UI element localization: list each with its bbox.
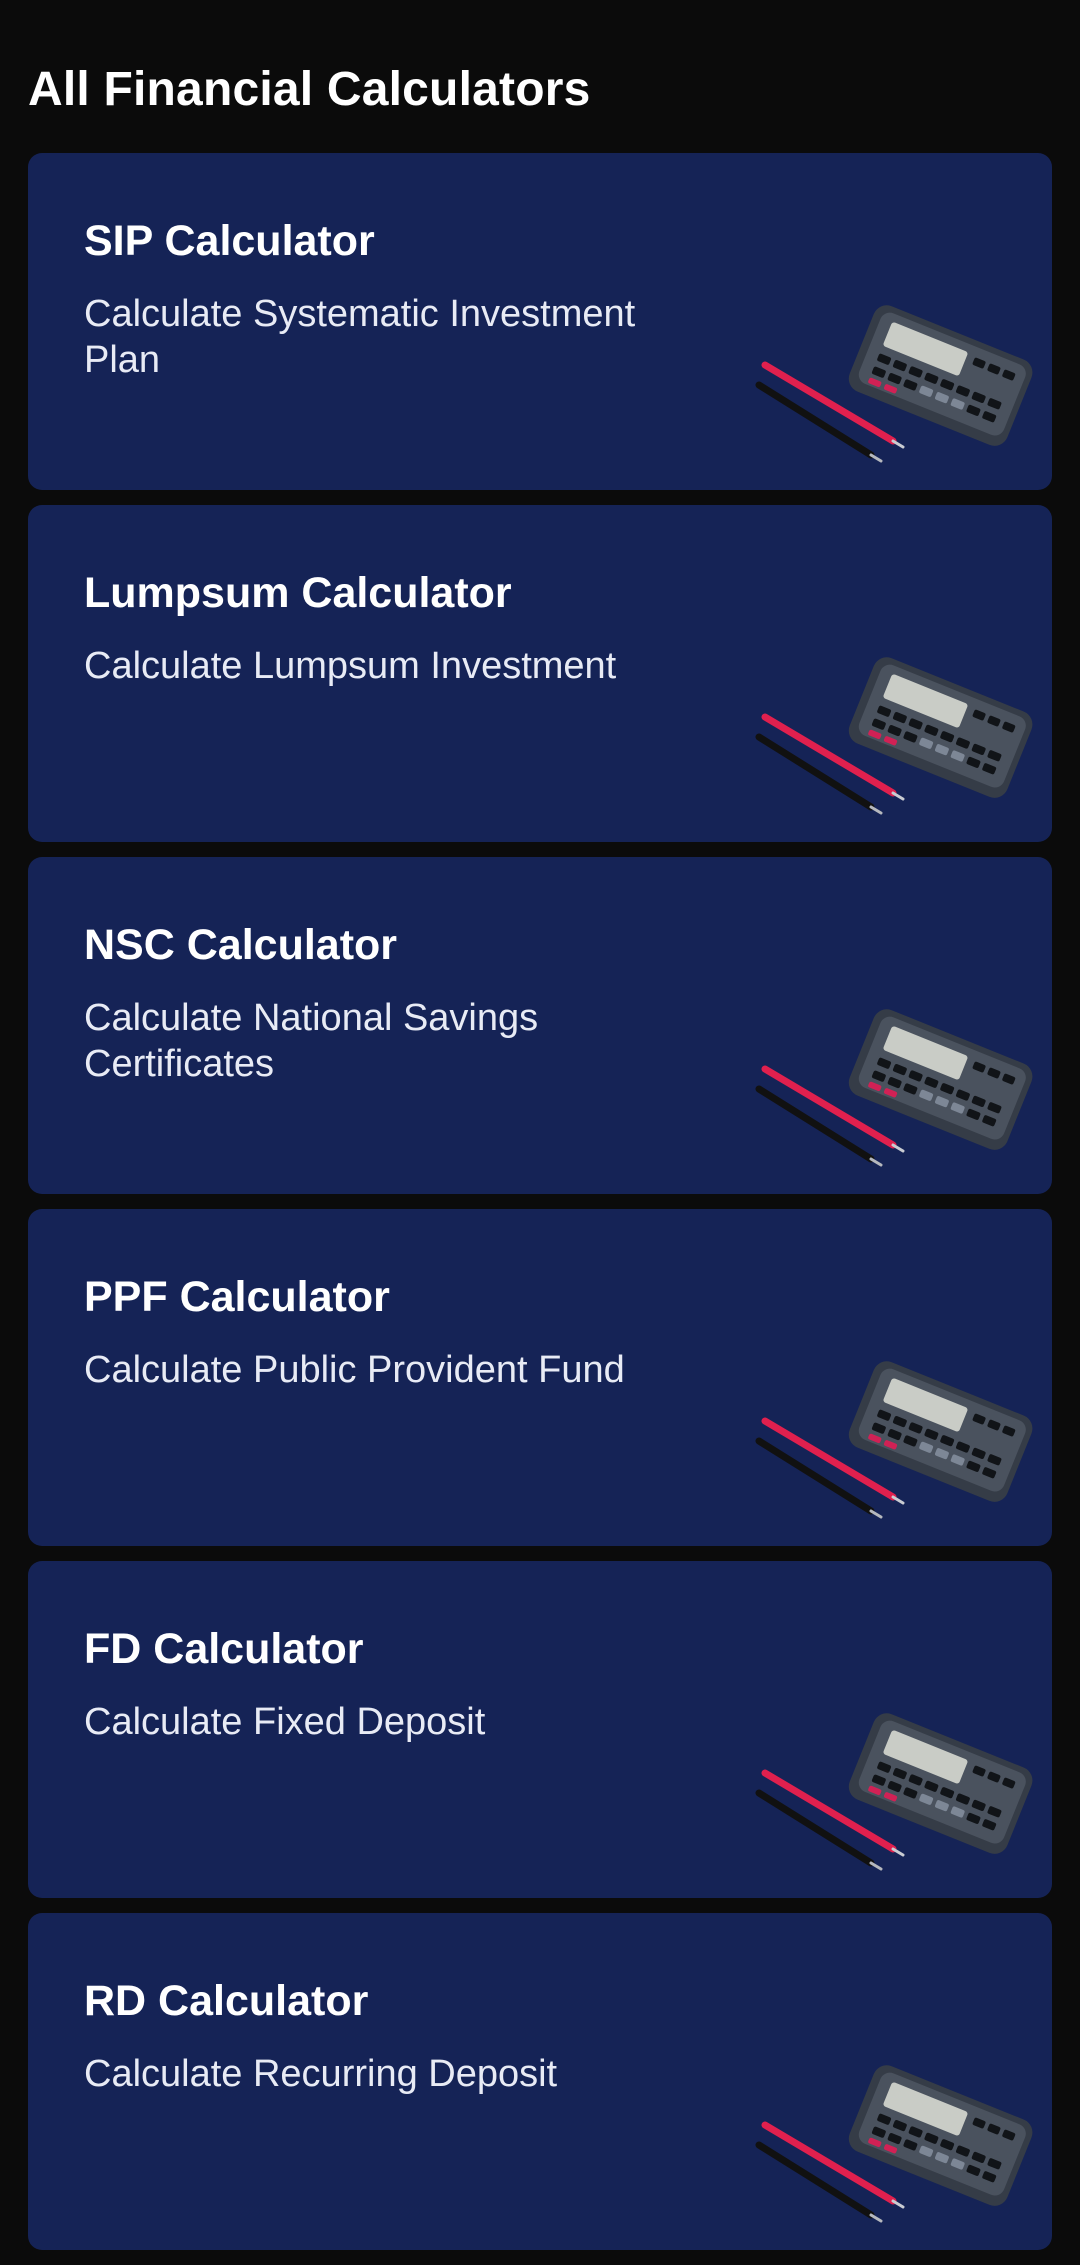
calculator-pens-icon [755, 305, 1033, 463]
calculator-pens-icon [755, 1713, 1033, 1871]
card-description: Calculate Systematic Investment Plan [84, 293, 636, 381]
card-description: Calculate Recurring Deposit [84, 2053, 558, 2095]
card-description: Calculate Fixed Deposit [84, 1701, 486, 1743]
card-title: NSC Calculator [84, 921, 398, 969]
card-title: Lumpsum Calculator [84, 569, 512, 617]
rd-calculator-card[interactable]: RD Calculator Calculate Recurring Deposi… [28, 1913, 1052, 2250]
card-title: SIP Calculator [84, 217, 375, 265]
card-title: PPF Calculator [84, 1273, 390, 1321]
fd-calculator-card[interactable]: FD Calculator Calculate Fixed Deposit [28, 1561, 1052, 1898]
calculator-pens-icon [755, 1361, 1033, 1519]
calculator-pens-icon [755, 657, 1033, 815]
card-title: RD Calculator [84, 1977, 369, 2025]
card-title: FD Calculator [84, 1625, 364, 1673]
card-description: Calculate Lumpsum Investment [84, 645, 617, 687]
page-title: All Financial Calculators [28, 63, 591, 116]
ppf-calculator-card[interactable]: PPF Calculator Calculate Public Providen… [28, 1209, 1052, 1546]
nsc-calculator-card[interactable]: NSC Calculator Calculate National Saving… [28, 857, 1052, 1194]
calculator-list: SIP Calculator Calculate Systematic Inve… [28, 153, 1052, 2265]
card-description: Calculate Public Provident Fund [84, 1349, 625, 1391]
sip-calculator-card[interactable]: SIP Calculator Calculate Systematic Inve… [28, 153, 1052, 490]
lumpsum-calculator-card[interactable]: Lumpsum Calculator Calculate Lumpsum Inv… [28, 505, 1052, 842]
calculator-pens-icon [755, 2065, 1033, 2223]
calculator-pens-icon [755, 1009, 1033, 1167]
card-description: Calculate National Savings Certificates [84, 997, 539, 1085]
